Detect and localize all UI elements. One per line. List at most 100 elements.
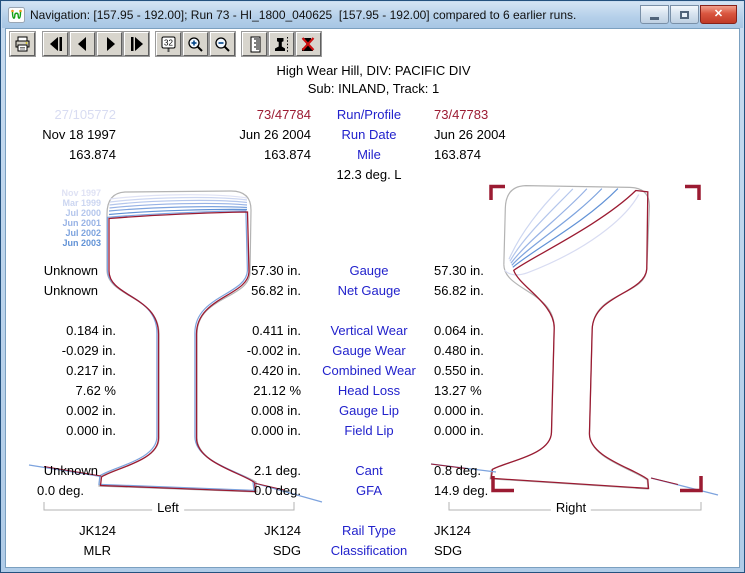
next-end-button[interactable] <box>124 32 149 56</box>
previous-button[interactable] <box>70 32 95 56</box>
row-label: Mile <box>307 147 431 162</box>
table-row: JK124 JK124 Rail Type JK124 <box>6 523 741 540</box>
previous-end-button[interactable] <box>43 32 68 56</box>
row-label: Gauge Wear <box>307 343 431 358</box>
row-label: GFA <box>307 483 431 498</box>
ruler-button[interactable] <box>242 32 267 56</box>
cell-value: 163.874 <box>434 147 481 162</box>
right-rail-label: Right <box>551 500 591 515</box>
close-icon: ✕ <box>714 9 723 20</box>
app-icon <box>8 7 25 23</box>
table-row: -0.029 in. -0.002 in. Gauge Wear 0.480 i… <box>6 343 741 360</box>
row-label: Run/Profile <box>307 107 431 122</box>
maximize-icon <box>680 11 689 19</box>
row-label: Gauge <box>307 263 431 278</box>
crop-marker-top-left <box>491 187 505 201</box>
next-end-icon <box>129 36 145 52</box>
milepost-icon: 32 <box>160 36 177 53</box>
ruler-icon <box>247 36 263 53</box>
rail-profile-button[interactable] <box>269 32 294 56</box>
cell-value: -0.002 in. <box>6 343 301 358</box>
cell-value: 0.000 in. <box>6 423 301 438</box>
minimize-button[interactable] <box>640 5 669 24</box>
table-row: 27/105772 73/47784 Run/Profile 73/47783 <box>6 107 741 124</box>
milepost-button[interactable]: 32 <box>156 32 181 56</box>
row-label: Classification <box>307 543 431 558</box>
cell-value: 0.480 in. <box>434 343 484 358</box>
cell-value: 2.1 deg. <box>6 463 301 478</box>
curve-angle-note: 12.3 deg. L <box>307 167 431 182</box>
row-label: Combined Wear <box>307 363 431 378</box>
print-button[interactable] <box>10 32 35 56</box>
cell-value: 0.064 in. <box>434 323 484 338</box>
location-subtitle: Sub: INLAND, Track: 1 <box>6 81 741 96</box>
row-label: Run Date <box>307 127 431 142</box>
table-row: MLR SDG Classification SDG <box>6 543 741 560</box>
rail-profile-delete-button[interactable] <box>296 32 321 56</box>
minimize-icon <box>650 17 659 20</box>
previous-icon <box>75 36 91 52</box>
toolbar: 32 <box>6 29 739 59</box>
printer-icon <box>14 36 31 52</box>
cell-value: 0.000 in. <box>434 403 484 418</box>
row-label: Vertical Wear <box>307 323 431 338</box>
cell-value: 0.411 in. <box>6 323 301 338</box>
table-row: Unknown 2.1 deg. Cant 0.8 deg. <box>6 463 741 480</box>
table-row: 7.62 % 21.12 % Head Loss 13.27 % <box>6 383 741 400</box>
cell-value: Jun 26 2004 <box>434 127 506 142</box>
cell-value: 0.420 in. <box>6 363 301 378</box>
cell-value: 0.8 deg. <box>434 463 481 478</box>
table-row: Unknown 57.30 in. Gauge 57.30 in. <box>6 263 741 280</box>
svg-text:32: 32 <box>164 38 173 47</box>
next-button[interactable] <box>97 32 122 56</box>
zoom-in-icon <box>187 36 204 53</box>
title-bar[interactable]: Navigation: [157.95 - 192.00]; Run 73 - … <box>2 2 743 28</box>
table-row: 0.002 in. 0.008 in. Gauge Lip 0.000 in. <box>6 403 741 420</box>
window-title: Navigation: [157.95 - 192.00]; Run 73 - … <box>30 8 576 22</box>
cell-value: 0.008 in. <box>6 403 301 418</box>
navigation-window: Navigation: [157.95 - 192.00]; Run 73 - … <box>0 0 745 573</box>
profile-comparison-panel: High Wear Hill, DIV: PACIFIC DIV Sub: IN… <box>6 60 739 567</box>
table-row: 12.3 deg. L <box>6 167 741 184</box>
table-row: 0.000 in. 0.000 in. Field Lip 0.000 in. <box>6 423 741 440</box>
left-rail-template-outline <box>99 191 257 492</box>
left-rail-label: Left <box>152 500 184 515</box>
table-row: 0.217 in. 0.420 in. Combined Wear 0.550 … <box>6 363 741 380</box>
cell-value: 56.82 in. <box>434 283 484 298</box>
cell-value: 0.000 in. <box>434 423 484 438</box>
table-row: Unknown 56.82 in. Net Gauge 56.82 in. <box>6 283 741 300</box>
right-rail-run-id: 73/47783 <box>434 107 488 122</box>
cell-value: SDG <box>6 543 301 558</box>
rail-profile-delete-icon <box>300 36 317 53</box>
cell-value: 57.30 in. <box>434 263 484 278</box>
table-row: Nov 18 1997 Jun 26 2004 Run Date Jun 26 … <box>6 127 741 144</box>
cell-value: 56.82 in. <box>6 283 301 298</box>
table-row: 0.184 in. 0.411 in. Vertical Wear 0.064 … <box>6 323 741 340</box>
cell-value: 21.12 % <box>6 383 301 398</box>
zoom-out-button[interactable] <box>210 32 235 56</box>
cell-value: SDG <box>434 543 462 558</box>
cell-value: 163.874 <box>6 147 311 162</box>
cell-value: JK124 <box>434 523 471 538</box>
table-row: 0.0 deg. 0.0 deg. GFA 14.9 deg. <box>6 483 741 500</box>
left-rail-run-id: 73/47784 <box>6 107 311 122</box>
row-label: Head Loss <box>307 383 431 398</box>
cell-value: Jun 26 2004 <box>6 127 311 142</box>
maximize-button[interactable] <box>670 5 699 24</box>
cell-value: 13.27 % <box>434 383 482 398</box>
zoom-in-button[interactable] <box>183 32 208 56</box>
row-label: Rail Type <box>307 523 431 538</box>
next-icon <box>102 36 118 52</box>
previous-end-icon <box>48 36 64 52</box>
row-label: Cant <box>307 463 431 478</box>
location-title: High Wear Hill, DIV: PACIFIC DIV <box>6 63 741 78</box>
row-label: Field Lip <box>307 423 431 438</box>
close-button[interactable]: ✕ <box>700 5 737 24</box>
row-label: Net Gauge <box>307 283 431 298</box>
rail-profile-icon <box>273 36 290 53</box>
zoom-out-icon <box>214 36 231 53</box>
row-label: Gauge Lip <box>307 403 431 418</box>
cell-value: 14.9 deg. <box>434 483 488 498</box>
table-row: 163.874 163.874 Mile 163.874 <box>6 147 741 164</box>
cell-value: 0.0 deg. <box>6 483 301 498</box>
